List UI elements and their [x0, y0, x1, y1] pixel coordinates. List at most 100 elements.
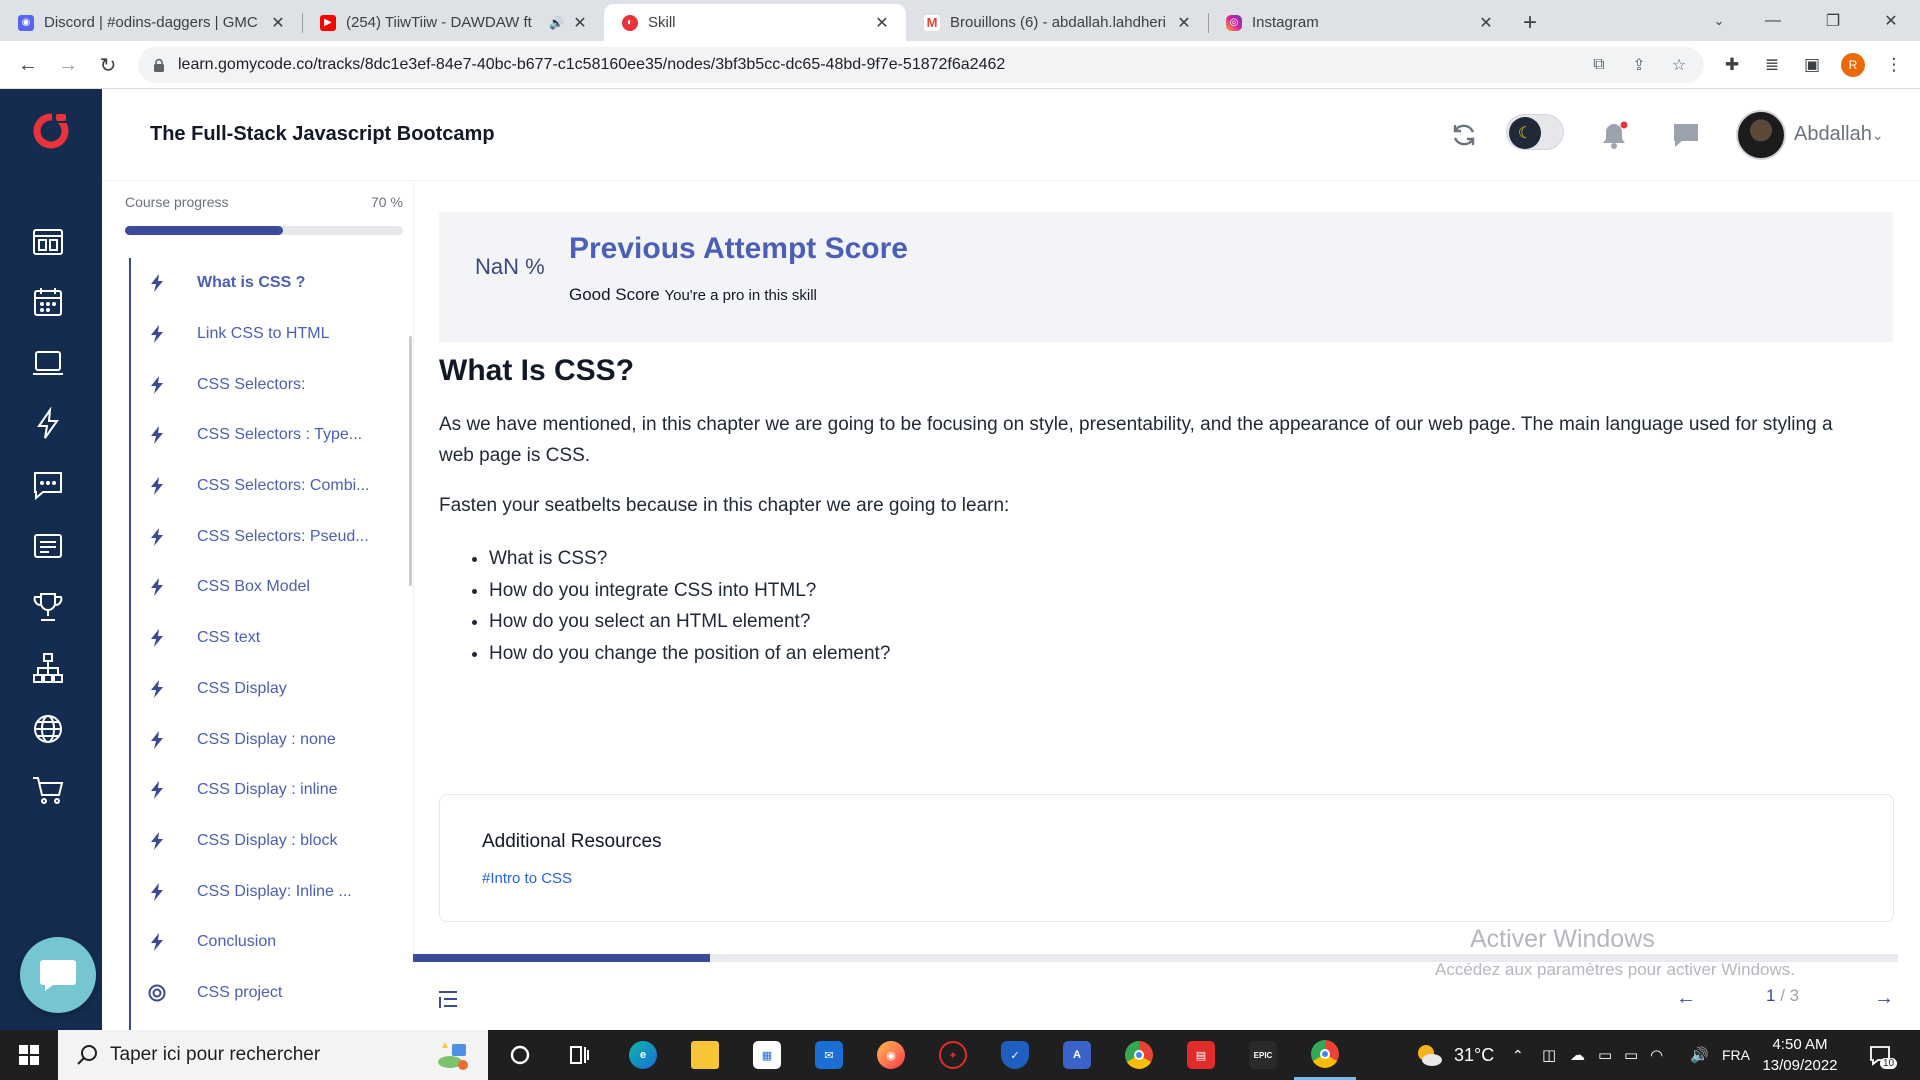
restore-button[interactable]: ❐: [1810, 0, 1856, 41]
mail-icon[interactable]: ✉: [798, 1030, 860, 1080]
tab-search-icon[interactable]: ⌄: [1696, 0, 1742, 41]
trophy-icon[interactable]: [31, 590, 65, 624]
meet-now-icon[interactable]: ◫: [1542, 1030, 1556, 1080]
battery-icon[interactable]: ▭: [1624, 1030, 1638, 1080]
display-icon[interactable]: ▭: [1598, 1030, 1612, 1080]
taskbar-search-box[interactable]: Taper ici pour rechercher: [58, 1030, 488, 1080]
dark-mode-toggle[interactable]: ☾: [1506, 114, 1564, 150]
lesson-item[interactable]: CSS Display: [131, 664, 402, 715]
notification-center-icon[interactable]: 10: [1868, 1030, 1898, 1080]
file-explorer-icon[interactable]: [674, 1030, 736, 1080]
edge-browser-icon[interactable]: e: [612, 1030, 674, 1080]
messages-icon[interactable]: [31, 468, 65, 502]
close-tab-icon[interactable]: ✕: [268, 13, 288, 33]
close-tab-icon[interactable]: ✕: [1476, 13, 1496, 33]
next-page-arrow-icon[interactable]: →: [1866, 982, 1902, 1014]
browser-tab[interactable]: M Brouillons (6) - abdallah.lahdheri ✕: [906, 4, 1208, 41]
browser-tab[interactable]: ▶ (254) TiiwTiiw - DAWDAW ft 🔊 ✕: [302, 4, 604, 41]
lesson-item[interactable]: CSS Display: Inline ...: [131, 866, 402, 917]
extensions-puzzle-icon[interactable]: ✚: [1718, 53, 1746, 77]
lesson-label: CSS Selectors : Type...: [197, 426, 363, 444]
side-panel-icon[interactable]: ▣: [1798, 53, 1826, 77]
laptop-icon[interactable]: [31, 346, 65, 380]
user-menu[interactable]: Abdallah⌄: [1794, 123, 1884, 146]
taskbar-clock[interactable]: 4:50 AM 13/09/2022: [1755, 1034, 1845, 1076]
minimize-button[interactable]: —: [1750, 0, 1796, 41]
security-shield-icon[interactable]: ✓: [984, 1030, 1046, 1080]
gomycode-logo[interactable]: [30, 109, 72, 151]
chat-support-button[interactable]: [20, 937, 96, 1013]
share-icon[interactable]: ⇪: [1627, 53, 1651, 77]
resource-link[interactable]: #Intro to CSS: [482, 870, 572, 887]
dashboard-icon[interactable]: [31, 224, 65, 258]
chrome-profile-icon[interactable]: [1294, 1030, 1356, 1080]
browser-tab-active[interactable]: ◐ Skill ✕: [604, 4, 906, 41]
task-view-icon[interactable]: [548, 1030, 610, 1080]
chrome-icon[interactable]: [1108, 1030, 1170, 1080]
close-tab-icon[interactable]: ✕: [872, 13, 892, 33]
close-tab-icon[interactable]: ✕: [570, 13, 590, 33]
lightning-icon[interactable]: [31, 407, 65, 441]
lesson-item[interactable]: CSS Display : none: [131, 714, 402, 765]
translator-app-icon[interactable]: A: [1046, 1030, 1108, 1080]
lesson-item[interactable]: CSS Selectors:: [131, 359, 402, 410]
lesson-item[interactable]: CSS Selectors : Type...: [131, 410, 402, 461]
new-tab-button[interactable]: +: [1510, 4, 1550, 41]
browser-tab[interactable]: ◎ Instagram ✕: [1208, 4, 1510, 41]
gomycode-icon: ◐: [622, 14, 638, 31]
red-app-icon[interactable]: ▤: [1170, 1030, 1232, 1080]
reload-button[interactable]: ↻: [88, 45, 128, 85]
media-controls-icon[interactable]: ≣: [1758, 53, 1786, 77]
org-chart-icon[interactable]: [31, 651, 65, 685]
lesson-item[interactable]: CSS text: [131, 613, 402, 664]
sync-icon[interactable]: [1444, 115, 1484, 155]
chat-messages-icon[interactable]: [1666, 115, 1706, 155]
globe-icon[interactable]: [31, 712, 65, 746]
page-progress-fill: [413, 954, 710, 962]
audio-playing-icon[interactable]: 🔊: [549, 16, 564, 30]
previous-page-arrow-icon[interactable]: ←: [1668, 982, 1704, 1014]
lesson-item[interactable]: CSS Selectors: Combi...: [131, 461, 402, 512]
forward-button[interactable]: →: [48, 45, 88, 85]
back-button[interactable]: ←: [8, 45, 48, 85]
notification-bell-icon[interactable]: [1594, 115, 1634, 155]
onedrive-cloud-icon[interactable]: ☁: [1570, 1030, 1585, 1080]
app-sidebar: [0, 89, 102, 1030]
epic-games-icon[interactable]: EPIC: [1232, 1030, 1294, 1080]
lesson-item[interactable]: CSS Display : inline: [131, 765, 402, 816]
close-tab-icon[interactable]: ✕: [1174, 13, 1194, 33]
calendar-icon[interactable]: [31, 285, 65, 319]
cortana-icon[interactable]: [489, 1030, 551, 1080]
bookmark-star-icon[interactable]: ☆: [1667, 53, 1691, 77]
document-list-icon[interactable]: [31, 529, 65, 563]
translate-icon[interactable]: ⧉: [1587, 53, 1611, 77]
user-avatar[interactable]: [1736, 110, 1786, 160]
profile-avatar[interactable]: R: [1841, 53, 1865, 77]
lesson-item[interactable]: CSS Box Model: [131, 562, 402, 613]
close-window-button[interactable]: ✕: [1868, 0, 1914, 41]
lesson-item[interactable]: CSS Display : block: [131, 816, 402, 867]
antivirus-app-icon[interactable]: ✦: [922, 1030, 984, 1080]
address-bar[interactable]: learn.gomycode.co/tracks/8dc1e3ef-84e7-4…: [138, 47, 1704, 83]
browser-menu-icon[interactable]: ⋮: [1880, 53, 1908, 77]
lesson-item[interactable]: Conclusion: [131, 917, 402, 968]
firefox-icon[interactable]: ◉: [860, 1030, 922, 1080]
lesson-list-scrollbar[interactable]: [409, 336, 412, 586]
microsoft-store-icon[interactable]: ▦: [736, 1030, 798, 1080]
input-language[interactable]: FRA: [1722, 1030, 1750, 1080]
bolt-icon: [147, 933, 167, 952]
lesson-item[interactable]: What is CSS ?: [131, 258, 402, 309]
weather-widget[interactable]: 31°C: [1414, 1030, 1494, 1080]
volume-icon[interactable]: 🔊: [1690, 1030, 1709, 1080]
browser-tab[interactable]: ◉ Discord | #odins-daggers | GMC ✕: [0, 4, 302, 41]
lesson-list: What is CSS ? Link CSS to HTML CSS Selecto…: [129, 258, 402, 1030]
lesson-item[interactable]: CSS project: [131, 968, 402, 1019]
tab-title: Instagram: [1252, 14, 1319, 31]
shopping-cart-icon[interactable]: [31, 773, 65, 807]
lesson-item[interactable]: Link CSS to HTML: [131, 309, 402, 360]
show-hidden-icons-chevron[interactable]: ⌃: [1512, 1030, 1524, 1080]
windows-start-button[interactable]: [0, 1030, 58, 1080]
lesson-item[interactable]: CSS Selectors: Pseud...: [131, 511, 402, 562]
wifi-icon[interactable]: ◠: [1650, 1030, 1663, 1080]
table-of-contents-icon[interactable]: [437, 988, 459, 1010]
